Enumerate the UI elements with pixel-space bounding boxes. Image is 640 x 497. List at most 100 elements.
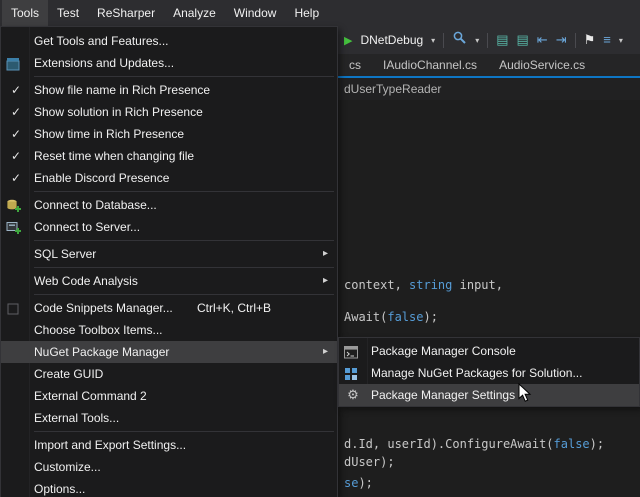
menu-item-web-code-analysis[interactable]: Web Code Analysis [1, 270, 337, 292]
code-line: se); [344, 476, 373, 490]
menu-item-connect-to-server[interactable]: Connect to Server... [1, 216, 337, 238]
menubar-item-resharper[interactable]: ReSharper [88, 0, 164, 26]
snippets-icon [6, 301, 22, 315]
menu-item-reset-time[interactable]: Reset time when changing file [1, 145, 337, 167]
menu-item-label: SQL Server [34, 247, 96, 261]
code-token: ); [358, 476, 372, 490]
code-token: false [554, 437, 590, 451]
menu-item-label: External Tools... [34, 411, 119, 425]
menu-item-label: Options... [34, 482, 85, 496]
toolbar-content: ▶ DNetDebug ▾ ▾ ▤ ▤ ⇤ ⇥ ⚑ ≡ ▾ [344, 26, 623, 54]
menubar-item-analyze[interactable]: Analyze [164, 0, 225, 26]
breadcrumb[interactable]: dUserTypeReader [344, 78, 441, 100]
menu-item-enable-discord-presence[interactable]: Enable Discord Presence [1, 167, 337, 189]
code-token: ); [423, 310, 437, 324]
code-token: ); [590, 437, 604, 451]
menu-separator [34, 294, 334, 295]
bookmark-flag-icon[interactable]: ⚑ [584, 26, 596, 54]
menu-item-label: Manage NuGet Packages for Solution... [371, 366, 582, 380]
check-icon [8, 167, 24, 189]
menubar: Tools Test ReSharper Analyze Window Help [0, 0, 640, 26]
menu-item-label: Connect to Database... [34, 198, 157, 212]
menu-item-show-time[interactable]: Show time in Rich Presence [1, 123, 337, 145]
menu-item-create-guid[interactable]: Create GUID [1, 363, 337, 385]
code-token: dUser); [344, 455, 395, 469]
submenu-item-package-manager-console[interactable]: Package Manager Console [339, 340, 639, 362]
menu-item-customize[interactable]: Customize... [1, 456, 337, 478]
menu-item-extensions-and-updates[interactable]: Extensions and Updates... [1, 52, 337, 74]
menubar-item-test[interactable]: Test [48, 0, 88, 26]
menu-item-label: NuGet Package Manager [34, 345, 169, 359]
save-icon[interactable]: ▤ [496, 26, 508, 54]
code-token: string [409, 278, 452, 292]
menu-separator [34, 240, 334, 241]
list-icon[interactable]: ≡ [603, 26, 611, 54]
gear-icon: ⚙ [345, 384, 361, 406]
submenu-arrow-icon [323, 341, 328, 363]
indent-increase-icon[interactable]: ⇥ [556, 26, 567, 54]
menu-item-label: Package Manager Console [371, 344, 516, 358]
submenu-item-manage-nuget-packages[interactable]: Manage NuGet Packages for Solution... [339, 362, 639, 384]
menu-separator [34, 76, 334, 77]
menu-item-label: External Command 2 [34, 389, 147, 403]
packages-icon [344, 366, 360, 380]
menu-item-external-tools[interactable]: External Tools... [1, 407, 337, 429]
code-line: Await(false); [344, 310, 438, 324]
check-icon [8, 101, 24, 123]
chevron-down-icon[interactable]: ▾ [431, 36, 435, 45]
tab-iaudiochannel[interactable]: IAudioChannel.cs [372, 54, 488, 76]
menu-item-label: Web Code Analysis [34, 274, 138, 288]
menu-item-import-and-export-settings[interactable]: Import and Export Settings... [1, 434, 337, 456]
menu-item-label: Reset time when changing file [34, 149, 194, 163]
menu-item-label: Show file name in Rich Presence [34, 83, 210, 97]
code-line: context, string input, [344, 278, 503, 292]
menu-item-nuget-package-manager[interactable]: NuGet Package Manager [1, 341, 337, 363]
menu-item-get-tools-and-features[interactable]: Get Tools and Features... [1, 30, 337, 52]
tools-menu: Get Tools and Features... Extensions and… [0, 26, 338, 497]
menu-item-external-command-2[interactable]: External Command 2 [1, 385, 337, 407]
submenu-arrow-icon [323, 243, 328, 265]
check-icon [8, 145, 24, 167]
menubar-item-window[interactable]: Window [225, 0, 286, 26]
start-debug-icon[interactable]: ▶ [344, 34, 352, 47]
menu-item-label: Extensions and Updates... [34, 56, 174, 70]
code-token: d.Id, userId).ConfigureAwait( [344, 437, 554, 451]
chevron-down-icon[interactable]: ▾ [475, 36, 479, 45]
submenu-item-package-manager-settings[interactable]: ⚙ Package Manager Settings [339, 384, 639, 406]
indent-decrease-icon[interactable]: ⇤ [537, 26, 548, 54]
code-token: context, [344, 278, 409, 292]
menu-item-shortcut: Ctrl+K, Ctrl+B [197, 297, 271, 319]
menu-item-options[interactable]: Options... [1, 478, 337, 497]
menu-item-label: Code Snippets Manager... [34, 301, 173, 315]
menu-item-label: Customize... [34, 460, 101, 474]
code-token: se [344, 476, 358, 490]
menubar-item-help[interactable]: Help [285, 0, 328, 26]
menu-item-sql-server[interactable]: SQL Server [1, 243, 337, 265]
menu-item-connect-to-database[interactable]: Connect to Database... [1, 194, 337, 216]
tab-audioservice[interactable]: AudioService.cs [488, 54, 596, 76]
menu-item-show-solution[interactable]: Show solution in Rich Presence [1, 101, 337, 123]
menu-separator [34, 191, 334, 192]
menu-item-show-file-name[interactable]: Show file name in Rich Presence [1, 79, 337, 101]
toolbar-overflow-caret-icon[interactable]: ▾ [619, 36, 623, 45]
menubar-item-tools[interactable]: Tools [2, 0, 48, 26]
attach-to-process-icon[interactable] [452, 26, 467, 54]
code-token: Await( [344, 310, 387, 324]
code-line: dUser); [344, 455, 395, 469]
menu-item-choose-toolbox-items[interactable]: Choose Toolbox Items... [1, 319, 337, 341]
nuget-submenu: Package Manager Console Manage NuGet Pac… [338, 337, 640, 407]
menu-separator [34, 267, 334, 268]
menu-item-code-snippets-manager[interactable]: Code Snippets Manager... Ctrl+K, Ctrl+B [1, 297, 337, 319]
menu-separator [34, 431, 334, 432]
database-icon [6, 198, 22, 212]
code-token: input, [452, 278, 503, 292]
tab-document[interactable]: cs [338, 54, 372, 76]
save-all-icon[interactable]: ▤ [517, 26, 529, 54]
menu-item-label: Show solution in Rich Presence [34, 105, 203, 119]
menu-item-label: Get Tools and Features... [34, 34, 169, 48]
run-config-label[interactable]: DNetDebug [360, 33, 423, 47]
menu-item-label: Choose Toolbox Items... [34, 323, 163, 337]
toolbar-separator [575, 33, 576, 48]
code-token: false [387, 310, 423, 324]
console-icon [344, 344, 360, 358]
